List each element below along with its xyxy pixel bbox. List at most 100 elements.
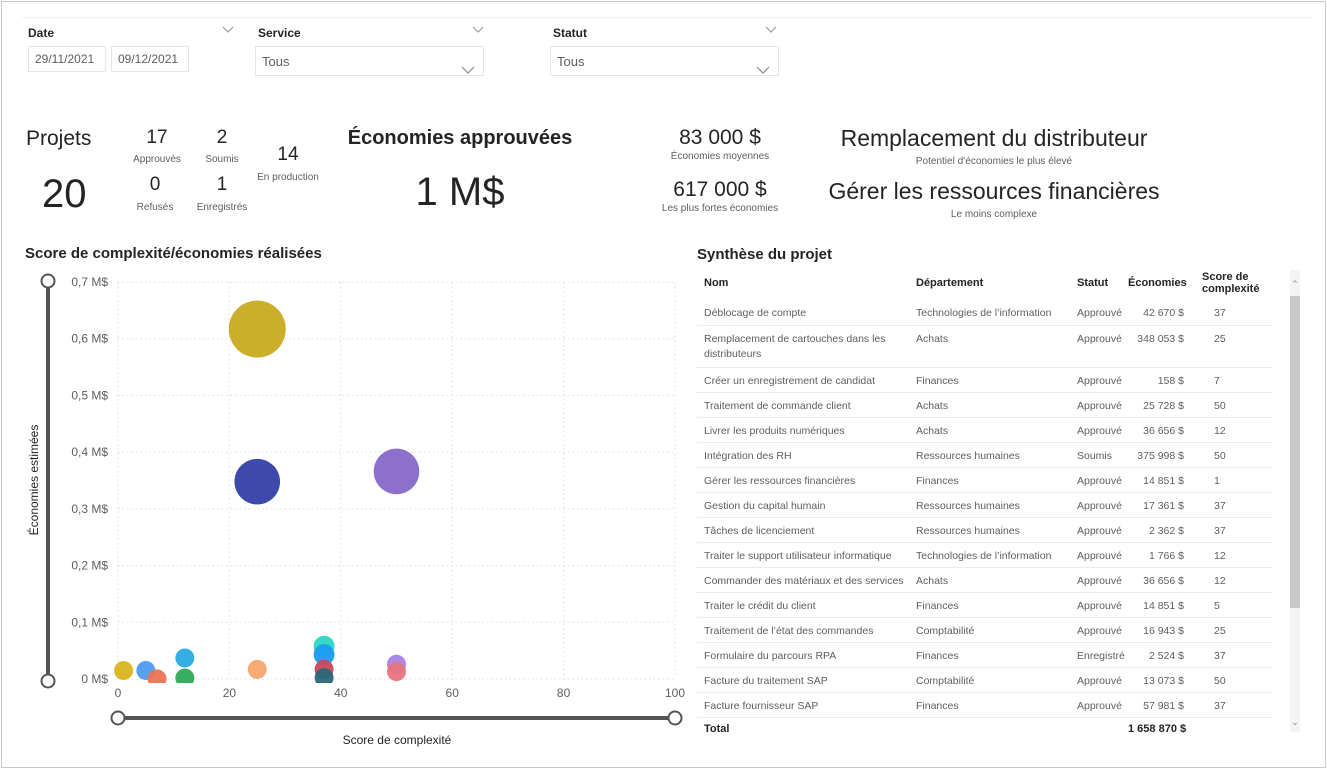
table-row[interactable]: Tâches de licenciement Ressources humaine…: [697, 517, 1272, 543]
cell-score: 50: [1200, 392, 1272, 418]
total-value: 1 658 870 $: [1128, 722, 1187, 735]
bubble-point[interactable]: [247, 659, 267, 679]
table-row[interactable]: Créer un enregistrement de candidat Finan…: [697, 367, 1272, 393]
bubble-point[interactable]: [147, 669, 167, 688]
x-tick-label: 40: [334, 686, 348, 700]
average-savings-value: 83 000 $: [679, 126, 761, 149]
table-row[interactable]: Traitement de commande client Achats Appro…: [697, 392, 1272, 418]
cell-economies: 2 524 $: [1128, 642, 1200, 668]
bubble-point[interactable]: [387, 662, 406, 682]
header-divider: [22, 17, 1312, 18]
bubble-point[interactable]: [175, 668, 195, 688]
column-header-score[interactable]: Score de complexité: [1200, 266, 1272, 300]
cell-statut: Approuvé: [1070, 517, 1128, 543]
scroll-down-icon[interactable]: ⌄: [1290, 716, 1300, 728]
x-axis-range-handle-right[interactable]: [667, 710, 683, 726]
table-row[interactable]: Livrer les produits numériques Achats Appr…: [697, 417, 1272, 443]
cell-departement: Achats: [909, 392, 1070, 418]
y-tick-label: 0,5 M$: [71, 388, 108, 402]
y-tick-label: 0,4 M$: [71, 445, 108, 459]
bubble-point[interactable]: [175, 648, 195, 668]
bubble-point[interactable]: [314, 668, 334, 687]
statut-dropdown-value: Tous: [557, 54, 585, 69]
scroll-up-icon[interactable]: ⌃: [1290, 278, 1300, 290]
cell-score: 1: [1200, 467, 1272, 493]
table-row[interactable]: Gérer les ressources financières Finances…: [697, 467, 1272, 493]
cell-nom: Formulaire du parcours RPA: [697, 642, 909, 668]
table-row[interactable]: Facture du traitement SAP Comptabilité App…: [697, 667, 1272, 693]
cell-economies: 348 053 $: [1128, 325, 1200, 368]
cell-nom: Traiter le crédit du client: [697, 592, 909, 618]
table-row[interactable]: Traiter le crédit du client Finances Appro…: [697, 592, 1272, 618]
date-end-input[interactable]: 09/12/2021: [111, 46, 189, 72]
table-row[interactable]: Déblocage de compte Technologies de l’inf…: [697, 300, 1272, 326]
table-row[interactable]: Formulaire du parcours RPA Finances Enregi…: [697, 642, 1272, 668]
date-start-input[interactable]: 29/11/2021: [28, 46, 106, 72]
cell-economies: 13 073 $: [1128, 667, 1200, 693]
date-slicer-title: Date: [28, 26, 55, 40]
cell-statut: Approuvé: [1070, 542, 1128, 568]
cell-statut: Approuvé: [1070, 492, 1128, 518]
table-row[interactable]: Intégration des RH Ressources humaines Sou…: [697, 442, 1272, 468]
cell-departement: Finances: [909, 367, 1070, 393]
bubble-point[interactable]: [373, 448, 420, 495]
cell-economies: 16 943 $: [1128, 617, 1200, 643]
table-row[interactable]: Traiter le support utilisateur informati…: [697, 542, 1272, 568]
cell-score: 12: [1200, 542, 1272, 568]
refused-label: Refusés: [136, 202, 174, 213]
cell-economies: 36 656 $: [1128, 417, 1200, 443]
cell-score: 12: [1200, 417, 1272, 443]
cell-statut: Approuvé: [1070, 667, 1128, 693]
chevron-down-icon[interactable]: [472, 26, 484, 38]
table-row[interactable]: Traitement de l’état des commandes Compta…: [697, 617, 1272, 643]
least-complex-value: Gérer les ressources financières: [828, 178, 1160, 204]
cell-statut: Approuvé: [1070, 592, 1128, 618]
chevron-down-icon[interactable]: [222, 26, 234, 38]
approved-savings-value: 1 M$: [415, 170, 505, 214]
in-production-count: 14: [277, 144, 299, 165]
cell-economies: 14 851 $: [1128, 467, 1200, 493]
statut-dropdown[interactable]: Tous: [550, 46, 779, 76]
cell-economies: 57 981 $: [1128, 692, 1200, 718]
bubble-point[interactable]: [114, 660, 134, 680]
statut-slicer: Statut Tous: [550, 26, 781, 78]
cell-economies: 158 $: [1128, 367, 1200, 393]
cell-departement: Ressources humaines: [909, 492, 1070, 518]
cell-score: 37: [1200, 642, 1272, 668]
cell-nom: Commander des matériaux et des services: [697, 567, 909, 593]
bubble-point[interactable]: [234, 458, 281, 505]
cell-nom: Tâches de licenciement: [697, 517, 909, 543]
cell-statut: Enregistré: [1070, 642, 1128, 668]
cell-economies: 36 656 $: [1128, 567, 1200, 593]
table-row[interactable]: Gestion du capital humain Ressources huma…: [697, 492, 1272, 518]
cell-departement: Achats: [909, 325, 1070, 368]
x-tick-label: 100: [665, 686, 685, 700]
top-potential-label: Potentiel d’économies le plus élevé: [915, 156, 1073, 167]
cell-departement: Comptabilité: [909, 617, 1070, 643]
scrollbar-thumb[interactable]: [1290, 296, 1300, 608]
cell-nom: Intégration des RH: [697, 442, 909, 468]
cell-departement: Finances: [909, 467, 1070, 493]
cell-economies: 17 361 $: [1128, 492, 1200, 518]
service-dropdown[interactable]: Tous: [255, 46, 484, 76]
column-header-departement[interactable]: Département: [909, 266, 1070, 300]
table-row[interactable]: Remplacement de cartouches dans les dist…: [697, 325, 1272, 368]
table-row[interactable]: Commander des matériaux et des services A…: [697, 567, 1272, 593]
cell-departement: Ressources humaines: [909, 517, 1070, 543]
registered-label: Enregistrés: [196, 202, 248, 213]
table-total-row: Total 1 658 870 $: [697, 717, 1272, 742]
approved-count: 17: [146, 127, 168, 148]
chevron-down-icon: [756, 56, 770, 86]
bubble-point[interactable]: [228, 300, 286, 358]
y-axis-range-handle-top[interactable]: [40, 273, 56, 289]
table-row[interactable]: Facture fournisseur SAP Finances Approuvé 5…: [697, 692, 1272, 718]
cell-score: 50: [1200, 667, 1272, 693]
cell-economies: 2 362 $: [1128, 517, 1200, 543]
chevron-down-icon[interactable]: [765, 26, 777, 38]
y-axis-range-handle-bottom[interactable]: [40, 673, 56, 689]
column-header-nom[interactable]: Nom: [697, 266, 909, 300]
column-header-economies[interactable]: Économies: [1128, 266, 1200, 300]
table-scrollbar[interactable]: ⌃ ⌄: [1290, 270, 1300, 732]
x-axis-range-handle-left[interactable]: [110, 710, 126, 726]
column-header-statut[interactable]: Statut: [1070, 266, 1128, 300]
